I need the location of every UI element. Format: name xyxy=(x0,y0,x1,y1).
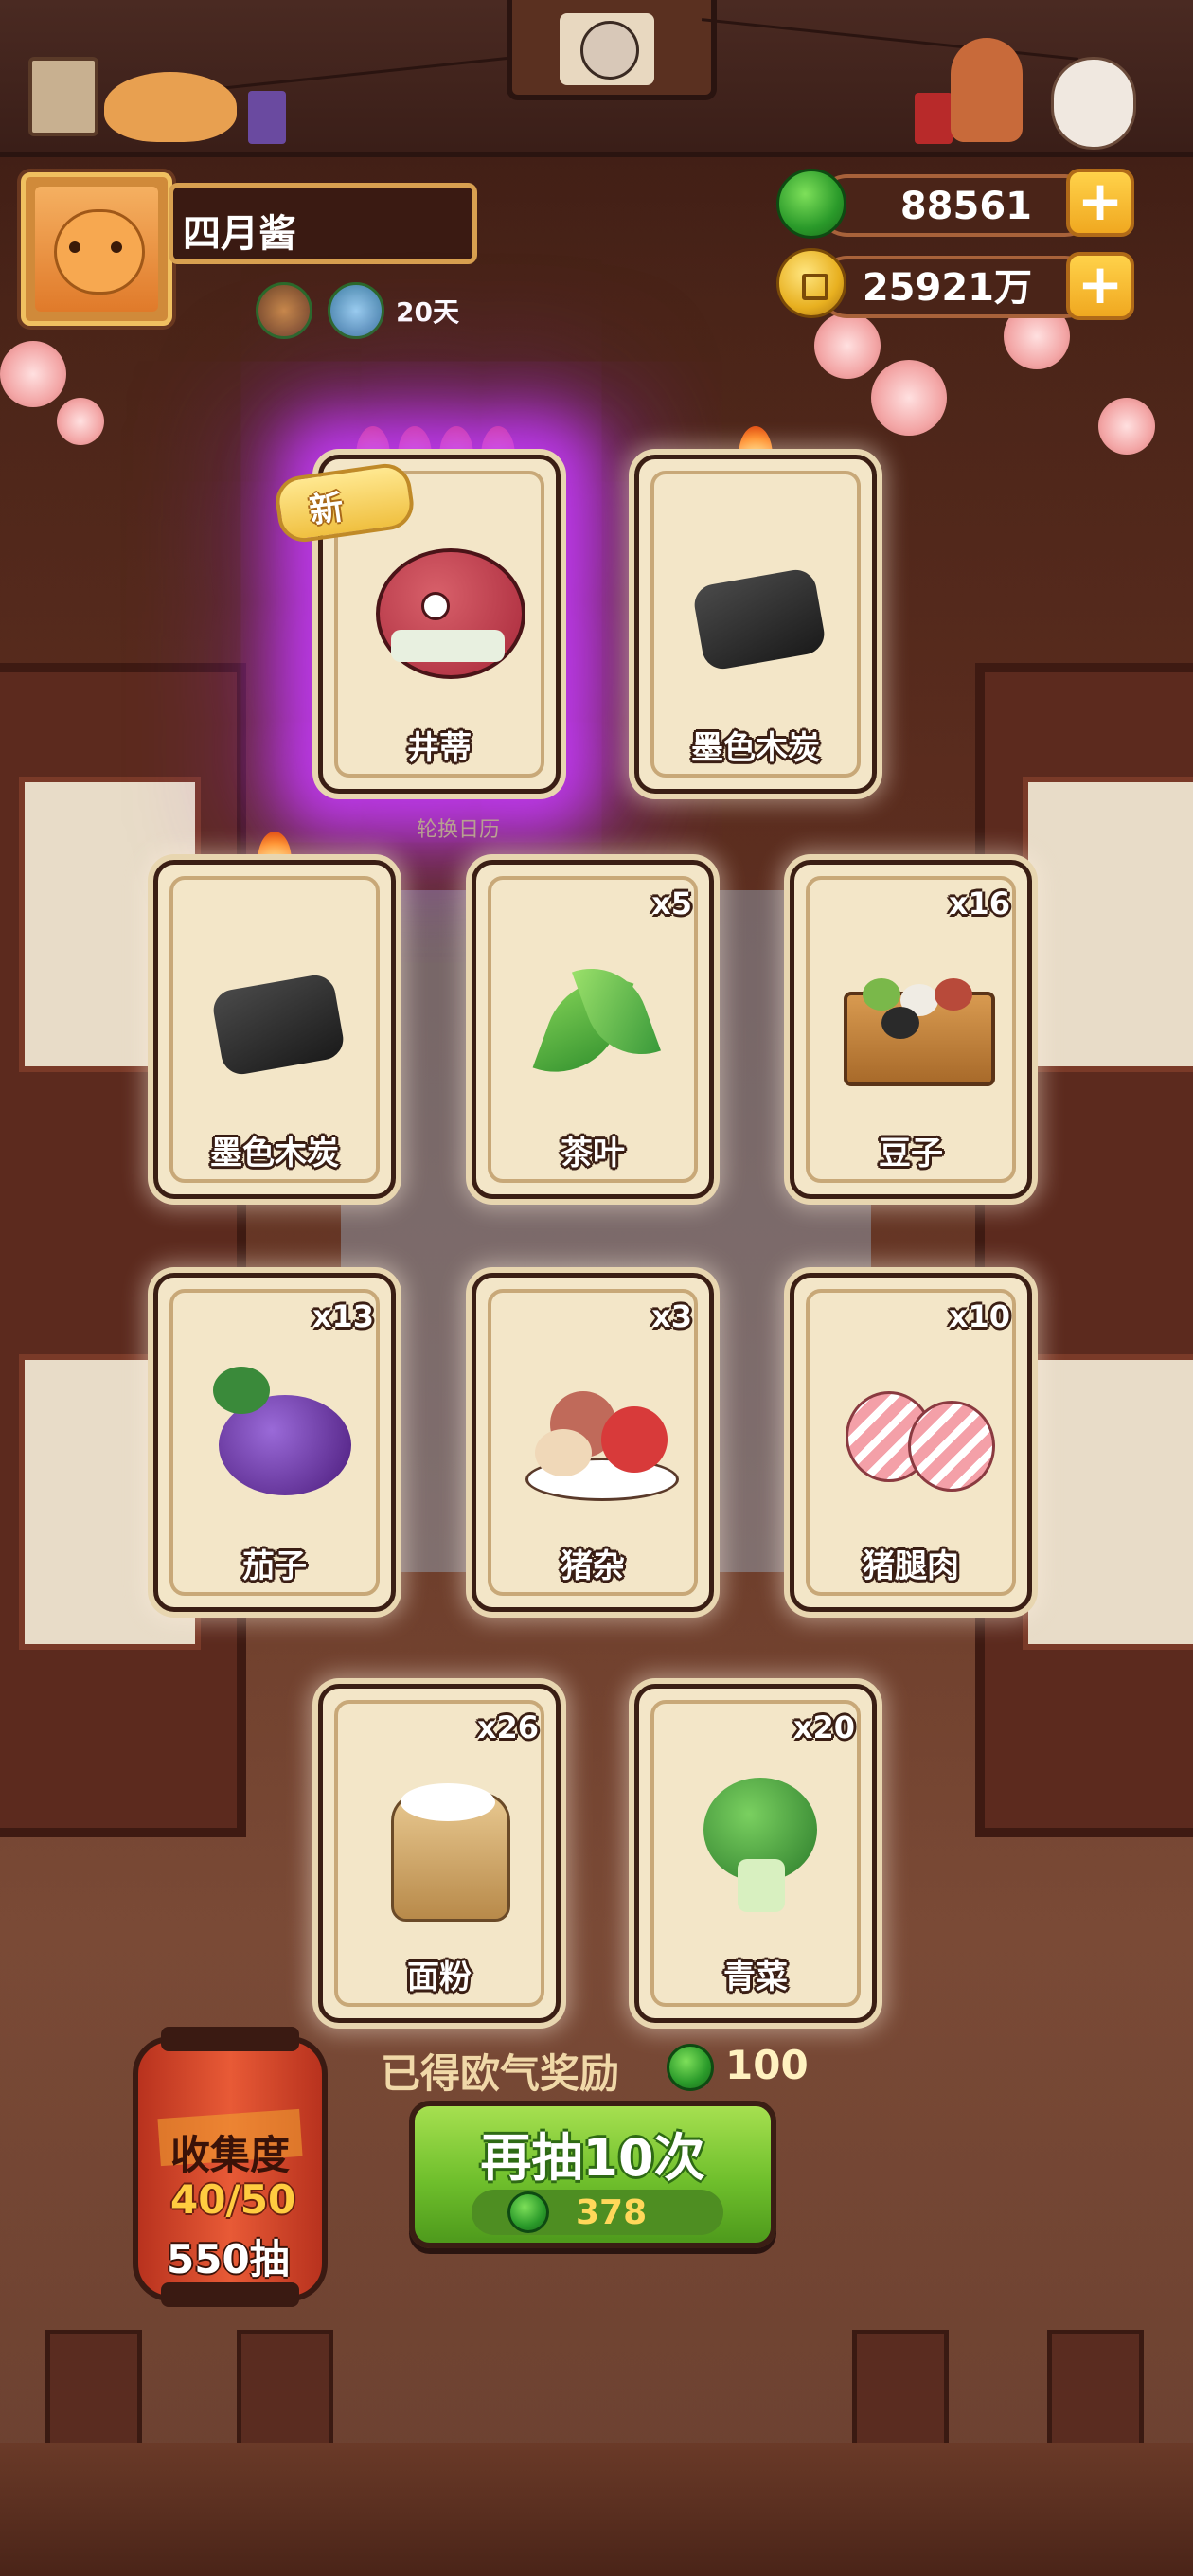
card-count: x10 xyxy=(948,1298,1010,1334)
lattice-window-left xyxy=(0,663,246,1837)
reward-label: 已得欧气奖励 xyxy=(381,2050,620,2097)
collection-title: 收集度 xyxy=(170,2132,291,2178)
draw-again-button[interactable]: 再抽10次 378 xyxy=(409,2101,776,2248)
collection-lantern[interactable]: 收集度 40/50 550抽 xyxy=(133,2027,328,2307)
card-label: 面粉 xyxy=(407,1959,472,1996)
jar-icon xyxy=(248,91,286,144)
jade-amount: 88561 xyxy=(899,185,1032,228)
blossom-icon xyxy=(814,313,881,379)
card-count: x5 xyxy=(651,886,692,921)
reward-card[interactable]: 墨色木炭 xyxy=(634,455,877,794)
gold-coin-icon xyxy=(776,248,846,318)
cat-badge-icon[interactable] xyxy=(256,282,312,339)
rice-bowl-icon[interactable] xyxy=(328,282,384,339)
gold-amount: 25921万 xyxy=(862,266,1032,310)
ground xyxy=(0,2443,1193,2576)
reward-card[interactable]: x26 面粉 xyxy=(318,1684,561,2023)
collection-draws: 550抽 xyxy=(167,2236,290,2282)
paw-frame-icon xyxy=(28,57,98,136)
book-icon xyxy=(915,93,953,144)
collection-progress: 40/50 xyxy=(170,2176,296,2223)
card-label: 墨色木炭 xyxy=(210,1135,339,1172)
reward-card[interactable]: x20 青菜 xyxy=(634,1684,877,2023)
pork-offal-icon xyxy=(522,1353,679,1505)
days-count: 20天 xyxy=(396,296,459,328)
jade-coin-icon xyxy=(507,2191,549,2233)
player-name-box[interactable]: 四月酱 xyxy=(169,183,477,264)
charcoal-icon xyxy=(204,940,355,1092)
draw-cost-pill: 378 xyxy=(472,2190,723,2235)
card-count: x16 xyxy=(948,886,1010,921)
eggplant-icon xyxy=(204,1353,355,1505)
blossom-icon xyxy=(1098,398,1155,455)
tea-leaf-icon xyxy=(522,940,673,1092)
white-cat-icon xyxy=(1051,57,1136,150)
flour-sack-icon xyxy=(368,1764,520,1922)
blossom-icon xyxy=(0,341,66,407)
draw-button-label: 再抽10次 xyxy=(480,2128,705,2188)
card-label: 茶叶 xyxy=(561,1135,625,1172)
jade-coin-icon xyxy=(667,2044,714,2091)
jingdi-character-icon xyxy=(368,535,525,687)
card-count: x13 xyxy=(312,1298,374,1334)
hanging-portrait xyxy=(507,0,717,100)
chef-character-icon xyxy=(951,38,1023,142)
player-name: 四月酱 xyxy=(183,212,296,256)
jade-currency-bar: 88561 xyxy=(816,174,1096,237)
bok-choy-icon xyxy=(685,1764,836,1916)
card-label: 墨色木炭 xyxy=(691,729,820,767)
reward-card[interactable]: x5 茶叶 xyxy=(472,860,714,1199)
reward-card[interactable]: 墨色木炭 xyxy=(153,860,396,1199)
lattice-window-right xyxy=(975,663,1193,1837)
add-jade-button[interactable]: + xyxy=(1066,169,1134,237)
reward-card[interactable]: x16 豆子 xyxy=(790,860,1032,1199)
reward-card[interactable]: x13 茄子 xyxy=(153,1273,396,1612)
card-label: 井蒂 xyxy=(407,729,472,767)
pork-leg-icon xyxy=(840,1353,995,1505)
card-label: 青菜 xyxy=(723,1959,788,1996)
card-label: 猪腿肉 xyxy=(863,1547,959,1585)
card-count: x20 xyxy=(792,1709,855,1745)
reward-value: 100 xyxy=(725,2042,809,2088)
draw-cost: 378 xyxy=(576,2193,648,2232)
card-count: x26 xyxy=(476,1709,539,1745)
card-label: 豆子 xyxy=(879,1135,943,1172)
reward-card[interactable]: x10 猪腿肉 xyxy=(790,1273,1032,1612)
reward-card[interactable]: x3 猪杂 xyxy=(472,1273,714,1612)
rotating-calendar-label: 轮换日历 xyxy=(417,818,501,842)
blossom-icon xyxy=(871,360,947,436)
card-label: 茄子 xyxy=(242,1547,307,1585)
card-label: 猪杂 xyxy=(561,1547,625,1585)
sleeping-cat-icon xyxy=(104,72,237,142)
charcoal-icon xyxy=(685,535,836,687)
player-avatar[interactable] xyxy=(21,172,172,326)
beans-box-icon xyxy=(840,940,995,1092)
add-gold-button[interactable]: + xyxy=(1066,252,1134,320)
gold-currency-bar: 25921万 xyxy=(816,256,1096,318)
tiger-cat-icon xyxy=(54,209,145,295)
blossom-icon xyxy=(57,398,104,445)
jade-coin-icon xyxy=(776,169,846,239)
card-count: x3 xyxy=(651,1298,692,1334)
